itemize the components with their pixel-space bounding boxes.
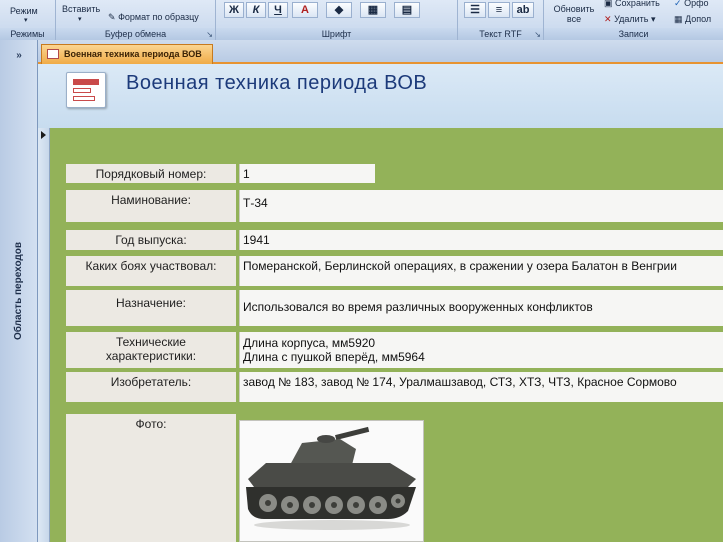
form-title: Военная техника периода ВОВ: [126, 72, 428, 94]
save-icon: ▣: [604, 0, 613, 8]
views-group-label: Режимы: [0, 28, 55, 40]
record-selector[interactable]: [38, 128, 50, 542]
inventor-label: Изобретатель:: [66, 372, 236, 402]
number-field[interactable]: 1: [239, 164, 375, 183]
font-color-button[interactable]: А: [292, 2, 318, 18]
font-group: Ж К Ч А ◆ ▦ ▤ Шрифт: [216, 0, 458, 40]
font-group-label: Шрифт: [216, 28, 457, 40]
navigation-pane-label: Область переходов: [13, 241, 24, 340]
year-field[interactable]: 1941: [239, 230, 723, 250]
alternate-fill-icon[interactable]: ▤: [394, 2, 420, 18]
more-label: Допол: [685, 14, 712, 24]
year-label: Год выпуска:: [66, 230, 236, 250]
battles-label: Каких боях участвовал:: [66, 256, 236, 286]
delete-label: Удалить: [614, 14, 649, 24]
expand-pane-icon[interactable]: »: [0, 50, 38, 61]
italic-button[interactable]: К: [246, 2, 266, 18]
specs-value-line2: Длина с пушкой вперёд, мм5964: [243, 350, 425, 364]
views-group: Режим ▾ Режимы: [0, 0, 56, 40]
check-icon: ✓: [674, 0, 682, 8]
format-painter-button[interactable]: ✎ Формат по образцу: [108, 12, 199, 22]
chevron-down-icon[interactable]: ▾: [78, 15, 82, 25]
more-button[interactable]: ▦ Допол: [674, 14, 711, 24]
records-group: Обновить все ▣ Сохранить ✕ Удалить ▾ ✓ О…: [544, 0, 723, 40]
fill-color-icon[interactable]: ◆: [326, 2, 352, 18]
tab-label: Военная техника периода ВОВ: [64, 49, 202, 59]
purpose-label: Назначение:: [66, 290, 236, 326]
ribbon: Режим ▾ Режимы Вставить ▾ ✎ Формат по об…: [0, 0, 723, 40]
rtf-group-label: Текст RTF: [458, 28, 543, 40]
rtf-group: ☰ ≡ ab Текст RTF ↘: [458, 0, 544, 40]
battles-field[interactable]: Померанской, Берлинской операциях, в сра…: [239, 256, 723, 286]
paste-button[interactable]: Вставить: [62, 4, 100, 14]
tank-photo: [240, 421, 423, 541]
current-record-arrow-icon: [41, 131, 46, 139]
name-label: Наминование:: [66, 190, 236, 222]
records-group-label: Записи: [544, 28, 723, 40]
delete-button[interactable]: ✕ Удалить ▾: [604, 14, 655, 24]
dialog-launcher-icon[interactable]: ↘: [534, 30, 541, 39]
table-icon: ▦: [674, 14, 683, 24]
save-button[interactable]: ▣ Сохранить: [604, 0, 660, 8]
document-tab-strip: Военная техника периода ВОВ: [38, 40, 723, 64]
spelling-button[interactable]: ✓ Орфо: [674, 0, 708, 8]
numbering-icon[interactable]: ≡: [488, 2, 510, 18]
highlight-icon[interactable]: ab: [512, 2, 534, 18]
specs-label-line1: Технические: [116, 335, 186, 349]
specs-label: Технические характеристики:: [66, 332, 236, 368]
specs-field[interactable]: Длина корпуса, мм5920 Длина с пушкой впе…: [239, 332, 723, 368]
form-detail: Порядковый номер: 1 Наминование: Т-34 Го…: [50, 128, 723, 542]
chevron-down-icon[interactable]: ▾: [24, 16, 28, 26]
name-field[interactable]: Т-34: [239, 190, 723, 222]
purpose-field[interactable]: Использовался во время различных вооруже…: [239, 290, 723, 326]
photo-label: Фото:: [66, 414, 236, 542]
chevron-down-icon: ▾: [650, 14, 656, 24]
bold-button[interactable]: Ж: [224, 2, 244, 18]
spelling-label: Орфо: [684, 0, 709, 8]
form-logo-icon: [66, 72, 106, 108]
form-header: Военная техника периода ВОВ: [38, 64, 723, 128]
photo-field[interactable]: [239, 420, 424, 542]
refresh-all-button[interactable]: Обновить все: [548, 4, 600, 24]
inventor-field[interactable]: завод № 183, завод № 174, Уралмашзавод, …: [239, 372, 723, 402]
clipboard-group: Вставить ▾ ✎ Формат по образцу Буфер обм…: [56, 0, 216, 40]
specs-label-line2: характеристики:: [105, 349, 197, 363]
dialog-launcher-icon[interactable]: ↘: [206, 30, 213, 39]
close-icon: ✕: [604, 14, 612, 24]
navigation-pane[interactable]: » Область переходов: [0, 40, 38, 542]
bullets-icon[interactable]: ☰: [464, 2, 486, 18]
form-icon: [47, 49, 59, 59]
mode-button[interactable]: Режим: [10, 6, 38, 16]
tab-military-equipment[interactable]: Военная техника периода ВОВ: [41, 44, 213, 64]
brush-icon: ✎: [108, 12, 116, 22]
underline-button[interactable]: Ч: [268, 2, 288, 18]
clipboard-group-label: Буфер обмена: [56, 28, 215, 40]
gridlines-icon[interactable]: ▦: [360, 2, 386, 18]
number-label: Порядковый номер:: [66, 164, 236, 183]
format-painter-label: Формат по образцу: [118, 12, 199, 22]
specs-value-line1: Длина корпуса, мм5920: [243, 336, 376, 350]
save-label: Сохранить: [615, 0, 660, 8]
